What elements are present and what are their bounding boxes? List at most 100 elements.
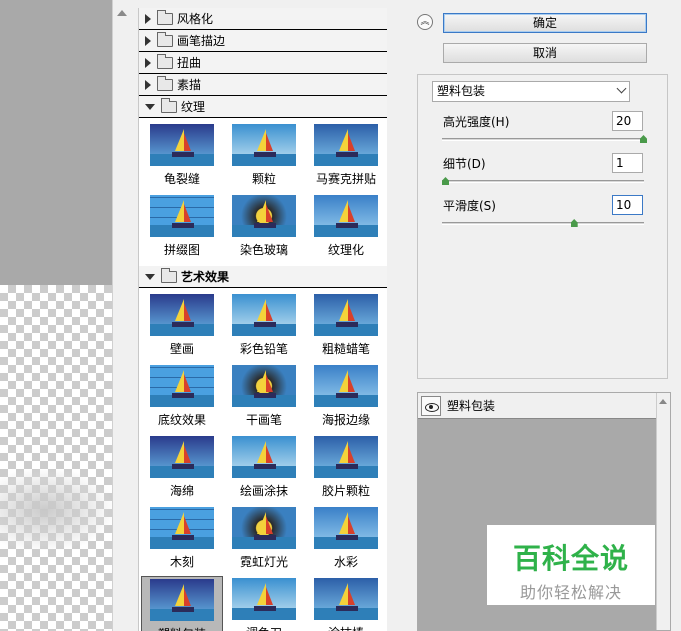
effect-layer-name: 塑料包装: [447, 399, 496, 413]
filter-thumbnail[interactable]: 水彩: [305, 505, 387, 576]
filter-thumbnail[interactable]: 拼缀图: [141, 193, 223, 264]
filter-label: 底纹效果: [157, 413, 206, 427]
collapsed-triangle-icon: [145, 35, 151, 46]
sail-shape: [266, 445, 273, 463]
filter-thumbnail[interactable]: 纹理化: [305, 193, 387, 264]
filter-label: 彩色铅笔: [239, 342, 288, 356]
hull-shape: [172, 322, 194, 327]
smoothness-slider[interactable]: [442, 222, 644, 225]
filter-thumbnail[interactable]: 涂抹棒: [305, 576, 387, 631]
filter-preview-image: [150, 195, 214, 237]
filter-thumbnail[interactable]: 染色玻璃: [223, 193, 305, 264]
sail-shape: [257, 512, 266, 534]
watermark-title: 百科全说: [512, 542, 629, 575]
filter-thumbnail[interactable]: 壁画: [141, 292, 223, 363]
filter-thumbnail[interactable]: 塑料包装: [141, 576, 223, 631]
filter-select[interactable]: 塑料包装: [432, 81, 630, 102]
hull-shape: [172, 152, 194, 157]
filter-label: 霓虹灯光: [239, 555, 288, 569]
filter-preview-image: [232, 124, 296, 166]
filter-thumbnail[interactable]: 绘画涂抹: [223, 434, 305, 505]
filter-label: 马赛克拼贴: [315, 172, 376, 186]
preview-pane: [0, 0, 130, 631]
layers-scrollbar[interactable]: [656, 393, 670, 630]
sail-shape: [348, 303, 355, 321]
smoothness-label: 平滑度(S): [443, 199, 496, 213]
detail-slider-thumb[interactable]: [442, 177, 449, 185]
hull-shape: [172, 223, 194, 228]
category-row[interactable]: 画笔描边: [139, 30, 387, 52]
preview-scrollbar[interactable]: [112, 0, 130, 631]
scroll-up-icon[interactable]: [117, 10, 127, 16]
filter-thumbnail[interactable]: 木刻: [141, 505, 223, 576]
preview-image: [0, 470, 112, 550]
hull-shape: [254, 535, 276, 540]
filter-thumbnail[interactable]: 胶片颗粒: [305, 434, 387, 505]
folder-icon: [157, 53, 173, 69]
category-label: 纹理: [181, 100, 206, 114]
category-row[interactable]: 扭曲: [139, 52, 387, 74]
sail-shape: [184, 445, 191, 463]
hull-shape: [254, 606, 276, 611]
ok-button[interactable]: 确定: [443, 13, 647, 33]
hull-shape: [172, 393, 194, 398]
scroll-up-icon[interactable]: [659, 399, 667, 404]
highlight-strength-slider[interactable]: [442, 138, 644, 141]
filter-thumbnail[interactable]: 调色刀: [223, 576, 305, 631]
filter-label: 木刻: [169, 555, 194, 569]
filter-preview-image: [314, 507, 378, 549]
hull-shape: [172, 464, 194, 469]
expanded-triangle-icon: [145, 273, 155, 280]
smoothness-slider-thumb[interactable]: [570, 219, 578, 227]
filter-thumbnail[interactable]: 霓虹灯光: [223, 505, 305, 576]
filter-preview-image: [314, 365, 378, 407]
category-texture[interactable]: 纹理: [139, 96, 387, 118]
filter-select-value: 塑料包装: [437, 84, 486, 98]
filter-thumbnail[interactable]: 马赛克拼贴: [305, 122, 387, 193]
folder-icon: [161, 267, 177, 283]
sail-shape: [184, 374, 191, 392]
cancel-button[interactable]: 取消: [443, 43, 647, 63]
highlight-strength-input[interactable]: 20: [612, 111, 643, 131]
filter-thumbnail[interactable]: 龟裂缝: [141, 122, 223, 193]
filter-thumbnail[interactable]: 海绵: [141, 434, 223, 505]
detail-input[interactable]: 1: [612, 153, 643, 173]
highlight-strength-slider-thumb[interactable]: [640, 135, 647, 143]
sail-shape: [175, 129, 184, 151]
filter-thumbnail[interactable]: 干画笔: [223, 363, 305, 434]
sail-shape: [184, 588, 191, 606]
sail-shape: [257, 129, 266, 151]
filter-preview-image: [150, 579, 214, 621]
category-row[interactable]: 风格化: [139, 8, 387, 30]
double-chevron-up-icon[interactable]: ︽: [417, 14, 433, 30]
filter-preview-image: [314, 436, 378, 478]
sail-shape: [266, 587, 273, 605]
detail-slider[interactable]: [442, 180, 644, 183]
category-artistic[interactable]: 艺术效果: [139, 266, 387, 288]
detail-label: 细节(D): [443, 157, 486, 171]
category-row[interactable]: 素描: [139, 74, 387, 96]
hull-shape: [254, 322, 276, 327]
filter-label: 粗糙蜡笔: [321, 342, 370, 356]
folder-icon: [157, 9, 173, 25]
transparency-checkerboard: [0, 285, 112, 631]
eye-icon[interactable]: [421, 395, 441, 416]
filter-preview-image: [314, 124, 378, 166]
filter-thumbnail[interactable]: 海报边缘: [305, 363, 387, 434]
sail-shape: [348, 204, 355, 222]
category-label: 扭曲: [177, 56, 202, 70]
filter-thumbnail[interactable]: 底纹效果: [141, 363, 223, 434]
filter-thumbnail[interactable]: 粗糙蜡笔: [305, 292, 387, 363]
filter-thumbnail[interactable]: 颗粒: [223, 122, 305, 193]
filter-label: 水彩: [333, 555, 358, 569]
effect-layer-row[interactable]: 塑料包装: [418, 393, 670, 419]
sail-shape: [257, 299, 266, 321]
filter-thumbnail[interactable]: 彩色铅笔: [223, 292, 305, 363]
sail-shape: [339, 512, 348, 534]
smoothness-input[interactable]: 10: [612, 195, 643, 215]
filter-label: 海报边缘: [321, 413, 370, 427]
filter-preview-image: [232, 195, 296, 237]
sail-shape: [175, 584, 184, 606]
highlight-strength-label: 高光强度(H): [443, 115, 510, 129]
filter-preview-image: [150, 365, 214, 407]
